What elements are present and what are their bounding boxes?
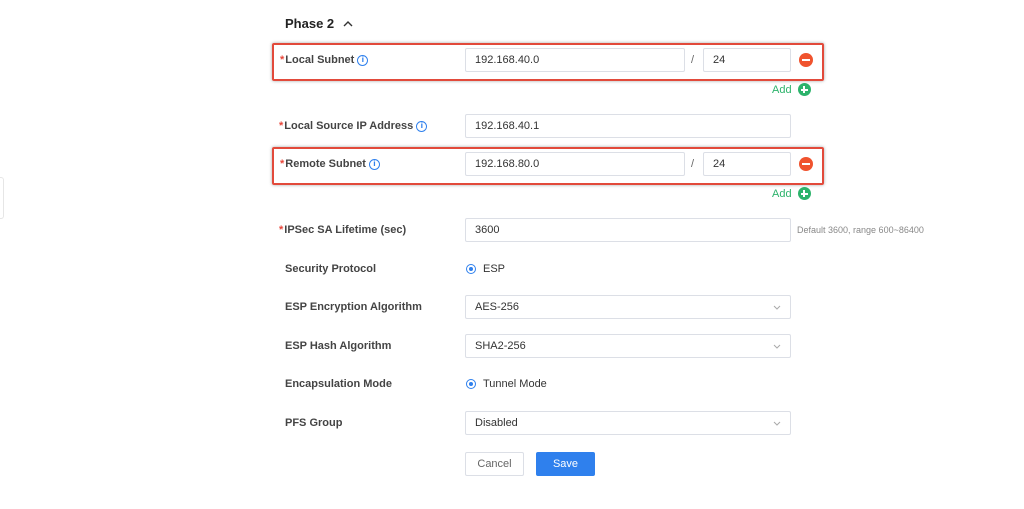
pfs-group-value: Disabled [475, 417, 518, 429]
plus-icon[interactable] [797, 187, 811, 200]
pfs-group-select[interactable]: Disabled [465, 411, 791, 435]
esp-hash-label: ESP Hash Algorithm [285, 340, 392, 352]
section-title: Phase 2 [285, 16, 335, 31]
required-marker: * [279, 120, 284, 132]
subnet-separator: / [691, 158, 695, 170]
radio-selected-icon[interactable] [466, 379, 476, 389]
ipsec-lifetime-label: * IPSec SA Lifetime (sec) [279, 218, 406, 242]
section-header[interactable]: Phase 2 [285, 16, 354, 31]
info-icon[interactable]: i [357, 54, 369, 66]
cancel-button[interactable]: Cancel [465, 452, 524, 476]
remote-subnet-mask-value: 24 [713, 158, 726, 170]
side-edge-tab [0, 177, 4, 219]
remote-subnet-ip-value: 192.168.80.0 [475, 158, 540, 170]
add-label: Add [772, 187, 792, 200]
save-button[interactable]: Save [536, 452, 595, 476]
subnet-separator: / [691, 54, 695, 66]
info-icon[interactable]: i [416, 120, 428, 132]
local-subnet-mask-value: 24 [713, 54, 726, 66]
security-protocol-esp-radio[interactable]: ESP [466, 257, 505, 281]
esp-hash-select[interactable]: SHA2-256 [465, 334, 791, 358]
security-protocol-label: Security Protocol [285, 263, 377, 275]
chevron-down-icon [773, 305, 781, 310]
chevron-down-icon [773, 421, 781, 426]
required-marker: * [280, 54, 285, 66]
security-protocol-option-label: ESP [483, 263, 506, 275]
local-subnet-label-text: Local Subnet [285, 54, 355, 66]
local-source-ip-input[interactable]: 192.168.40.1 [465, 114, 791, 138]
add-label: Add [772, 83, 792, 96]
encapsulation-option-label: Tunnel Mode [483, 378, 547, 390]
add-local-subnet-button[interactable]: Add [772, 83, 811, 96]
local-source-ip-label: * Local Source IP Address i [279, 114, 428, 138]
esp-encryption-select[interactable]: AES-256 [465, 295, 791, 319]
required-marker: * [279, 224, 284, 236]
required-marker: * [280, 158, 285, 170]
remove-local-subnet-button[interactable] [799, 53, 813, 67]
esp-encryption-value: AES-256 [475, 301, 520, 313]
remote-subnet-label-text: Remote Subnet [285, 158, 366, 170]
ipsec-lifetime-input[interactable]: 3600 [465, 218, 791, 242]
add-remote-subnet-button[interactable]: Add [772, 187, 811, 200]
remove-remote-subnet-button[interactable] [799, 157, 813, 171]
ipsec-lifetime-hint: Default 3600, range 600~86400 [797, 225, 924, 235]
info-icon[interactable]: i [368, 158, 380, 170]
esp-encryption-label: ESP Encryption Algorithm [285, 301, 422, 313]
encapsulation-mode-label: Encapsulation Mode [285, 378, 392, 390]
local-subnet-ip-value: 192.168.40.0 [475, 54, 540, 66]
local-source-ip-value: 192.168.40.1 [475, 120, 540, 132]
plus-icon[interactable] [797, 83, 811, 96]
chevron-up-icon[interactable] [342, 18, 354, 30]
encapsulation-tunnel-radio[interactable]: Tunnel Mode [466, 372, 547, 396]
local-subnet-ip-input[interactable]: 192.168.40.0 [465, 48, 685, 72]
remote-subnet-mask-input[interactable]: 24 [703, 152, 791, 176]
remote-subnet-ip-input[interactable]: 192.168.80.0 [465, 152, 685, 176]
local-source-ip-label-text: Local Source IP Address [284, 120, 414, 132]
ipsec-lifetime-value: 3600 [475, 224, 500, 236]
local-subnet-mask-input[interactable]: 24 [703, 48, 791, 72]
esp-hash-value: SHA2-256 [475, 340, 526, 352]
radio-selected-icon[interactable] [466, 264, 476, 274]
ipsec-lifetime-label-text: IPSec SA Lifetime (sec) [284, 224, 407, 236]
remote-subnet-label: * Remote Subnet i [280, 152, 380, 176]
chevron-down-icon [773, 344, 781, 349]
pfs-group-label: PFS Group [285, 417, 343, 429]
local-subnet-label: * Local Subnet i [280, 48, 369, 72]
